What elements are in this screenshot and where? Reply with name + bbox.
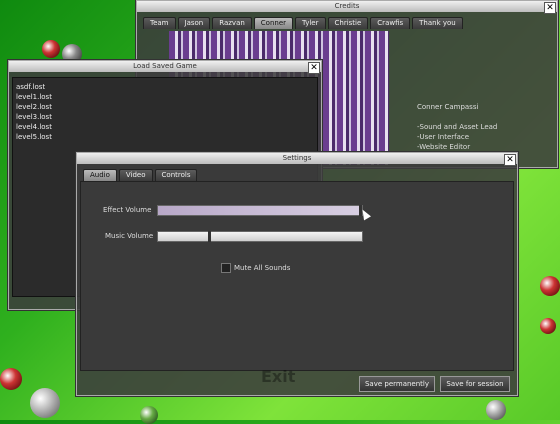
load-game-title: Load Saved Game [9, 61, 321, 72]
music-volume-label: Music Volume [105, 232, 154, 240]
role-2: -User Interface [417, 133, 470, 141]
marble-decoration [0, 368, 22, 390]
tab-audio[interactable]: Audio [83, 169, 117, 181]
close-icon[interactable]: ✕ [504, 154, 516, 166]
list-item[interactable]: level1.lost [13, 92, 317, 102]
settings-window: Settings ✕ Audio Video Controls Effect V… [76, 152, 518, 396]
effect-volume-label: Effect Volume [103, 206, 152, 214]
mute-label: Mute All Sounds [234, 264, 291, 272]
exit-menu-label[interactable]: Exit [261, 367, 295, 386]
effect-volume-fill [158, 206, 362, 215]
effect-volume-slider[interactable] [157, 205, 363, 216]
music-volume-slider[interactable] [157, 231, 363, 242]
tab-tyler[interactable]: Tyler [295, 17, 326, 29]
marble-decoration [540, 276, 560, 296]
tab-video[interactable]: Video [118, 169, 153, 181]
tab-christie[interactable]: Christie [327, 17, 369, 29]
list-item[interactable]: level4.lost [13, 122, 317, 132]
tab-team[interactable]: Team [143, 17, 176, 29]
tab-razvan[interactable]: Razvan [212, 17, 252, 29]
settings-tabbar: Audio Video Controls [83, 169, 198, 181]
list-item[interactable]: asdf.lost [13, 82, 317, 92]
tab-conner[interactable]: Conner [253, 17, 294, 29]
slider-handle[interactable] [208, 231, 211, 242]
list-item[interactable]: level5.lost [13, 132, 317, 142]
list-item[interactable]: level3.lost [13, 112, 317, 122]
tab-thank-you[interactable]: Thank you [412, 17, 463, 29]
marble-decoration [540, 318, 556, 334]
save-permanently-button[interactable]: Save permanently [359, 376, 435, 392]
save-for-session-button[interactable]: Save for session [440, 376, 510, 392]
person-name: Conner Campassi [417, 103, 479, 111]
credits-tabbar: Team Jason Razvan Conner Tyler Christie … [143, 17, 463, 29]
settings-title: Settings [77, 153, 517, 164]
close-icon[interactable]: ✕ [308, 62, 320, 74]
marble-decoration [30, 388, 60, 418]
credits-title: Credits [137, 1, 557, 12]
tab-jason[interactable]: Jason [177, 17, 211, 29]
tab-controls[interactable]: Controls [154, 169, 198, 181]
tab-crawfis[interactable]: Crawfis [370, 17, 411, 29]
close-icon[interactable]: ✕ [544, 2, 556, 14]
role-3: -Website Editor [417, 143, 471, 151]
list-item[interactable]: level2.lost [13, 102, 317, 112]
marble-decoration [42, 40, 60, 58]
marble-decoration [140, 406, 158, 424]
role-1: -Sound and Asset Lead [417, 123, 498, 131]
marble-decoration [486, 400, 506, 420]
mute-checkbox[interactable] [221, 263, 231, 273]
